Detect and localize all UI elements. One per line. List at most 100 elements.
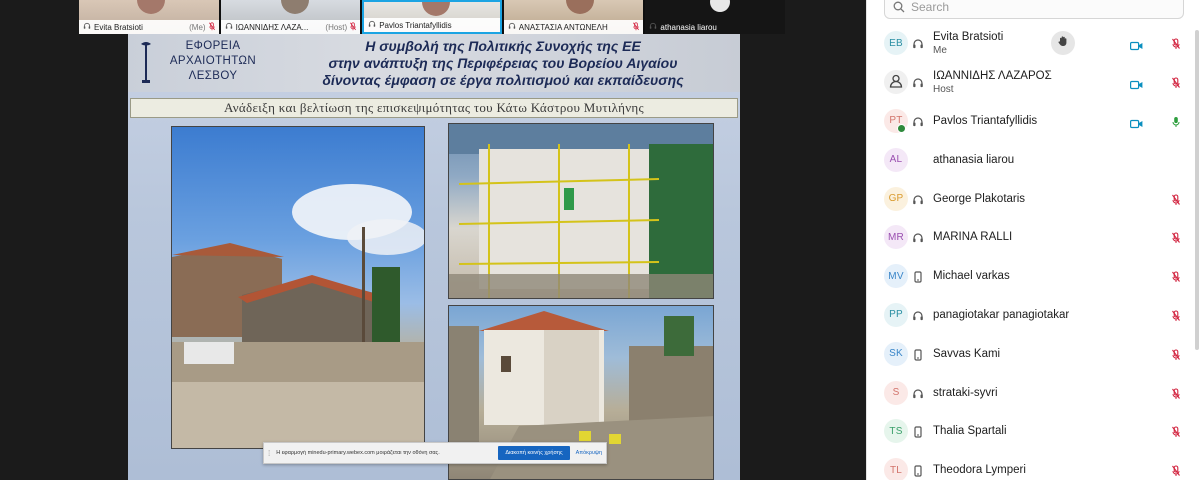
- mic-muted-icon[interactable]: [1172, 387, 1180, 399]
- search-input[interactable]: [911, 0, 1171, 14]
- video-camera-icon[interactable]: [1130, 116, 1143, 129]
- participant-name-block: Savvas Kami: [933, 348, 1000, 360]
- mic-muted-icon[interactable]: [1172, 76, 1180, 89]
- participant-search-box[interactable]: [884, 0, 1184, 19]
- participant-video-feed: [137, 0, 165, 14]
- participant-name: ΙΩΑΝΝΙΔΗΣ ΛΑΖΑΡΟΣ: [933, 69, 1052, 82]
- participant-list-scrollbar[interactable]: [1195, 30, 1199, 350]
- headset-icon: [508, 22, 516, 32]
- participant-video-feed: [565, 0, 594, 14]
- participant-row[interactable]: ΙΩΑΝΝΙΔΗΣ ΛΑΖΑΡΟΣ Host: [867, 63, 1197, 102]
- participant-row[interactable]: SK Savvas Kami: [867, 334, 1197, 373]
- avatar: AL: [884, 147, 908, 172]
- phone-icon: [912, 348, 924, 361]
- slide-title: Η συμβολή της Πολιτικής Συνοχής της ΕΕ σ…: [273, 38, 733, 89]
- participant-name-block: athanasia liarou: [933, 154, 1014, 166]
- video-camera-icon[interactable]: [1130, 77, 1143, 90]
- participant-role: Me: [933, 44, 947, 56]
- user-icon: [889, 74, 903, 91]
- participant-name-block: Thalia Spartali: [933, 425, 1007, 437]
- video-thumbnail[interactable]: ΑΝΑΣΤΑΣΙΑ ΑΝΤΩΝΕΛΗ: [503, 0, 644, 34]
- video-thumbnail[interactable]: ΙΩΑΝΝΙΔΗΣ ΛΑΖΑ... (Host): [220, 0, 361, 34]
- slide-subtitle: Ανάδειξη και βελτίωση της επισκεψιμότητα…: [130, 98, 738, 118]
- video-camera-icon[interactable]: [1130, 38, 1143, 51]
- slide-title-line: Η συμβολή της Πολιτικής Συνοχής της ΕΕ: [365, 38, 641, 54]
- mic-muted-icon[interactable]: [1172, 425, 1180, 438]
- mic-active-icon[interactable]: [1172, 115, 1180, 127]
- mic-muted-icon: [208, 21, 215, 33]
- participant-list: EB Evita Bratsioti Me ΙΩΑΝΝΙΔΗΣ ΛΑΖΑΡΟΣ Host…: [867, 24, 1197, 480]
- mic-muted-icon[interactable]: [1172, 464, 1180, 477]
- avatar: MR: [884, 225, 908, 250]
- video-thumbnail[interactable]: Evita Bratsioti (Me): [79, 0, 219, 34]
- participant-row[interactable]: TL Theodora Lymperi: [867, 451, 1197, 480]
- ephorate-logo-icon: [141, 42, 151, 83]
- participant-name: George Plakotaris: [933, 192, 1026, 205]
- drag-handle-icon[interactable]: ⁞: [268, 449, 270, 458]
- avatar: MV: [884, 264, 908, 289]
- headset-icon: [368, 20, 376, 30]
- screen-share-banner: ⁞ Η εφαρμογή minedu-primary.webex.com μο…: [263, 442, 607, 464]
- avatar: EB: [884, 31, 908, 56]
- participant-name: Theodora Lymperi: [933, 464, 1026, 477]
- participant-row[interactable]: TS Thalia Spartali: [867, 412, 1197, 451]
- participant-name: Pavlos Triantafyllidis: [933, 114, 1038, 127]
- search-icon: [893, 1, 905, 12]
- participant-video-feed: [280, 0, 309, 14]
- participant-row[interactable]: MV Michael varkas: [867, 257, 1197, 296]
- participant-row[interactable]: MR MARINA RALLI: [867, 218, 1197, 257]
- mic-muted-icon[interactable]: [1172, 348, 1180, 360]
- participant-row[interactable]: GP George Plakotaris: [867, 179, 1197, 218]
- mic-muted-icon: [350, 21, 357, 33]
- headset-icon: [912, 309, 924, 321]
- thumbnail-nameplate: athanasia liarou: [645, 20, 785, 34]
- avatar: PP: [884, 302, 908, 327]
- participant-row[interactable]: PP panagiotakar panagiotakar: [867, 296, 1197, 335]
- thumbnail-nameplate: Pavlos Triantafyllidis: [364, 18, 500, 32]
- phone-icon: [912, 270, 924, 283]
- thumbnail-nameplate: Evita Bratsioti (Me): [79, 20, 219, 34]
- hide-banner-button[interactable]: Απόκρυψη: [576, 450, 602, 456]
- mic-muted-icon[interactable]: [1172, 231, 1180, 244]
- participant-row[interactable]: Sstrataki-syvri: [867, 373, 1197, 412]
- headset-icon: [83, 22, 91, 32]
- mic-muted-icon[interactable]: [1172, 270, 1180, 283]
- participant-name-block: MARINA RALLI: [933, 231, 1012, 243]
- phone-icon: [912, 425, 924, 438]
- participant-name: strataki-syvri: [933, 386, 998, 399]
- headset-icon: [225, 22, 233, 32]
- video-thumbnail[interactable]: Pavlos Triantafyllidis: [362, 0, 502, 34]
- thumbnail-role: (Me): [189, 22, 206, 32]
- thumbnail-name: ΑΝΑΣΤΑΣΙΑ ΑΝΤΩΝΕΛΗ: [518, 22, 608, 32]
- thumbnail-name: athanasia liarou: [660, 22, 717, 32]
- org-line: ΛΕΣΒΟΥ: [188, 70, 238, 82]
- photo-scaffolding-wall: [448, 123, 714, 299]
- thumbnail-role: (Host): [325, 22, 348, 32]
- participant-name: Thalia Spartali: [933, 425, 1007, 438]
- avatar: TL: [884, 458, 908, 480]
- thumbnail-nameplate: ΑΝΑΣΤΑΣΙΑ ΑΝΤΩΝΕΛΗ: [503, 20, 644, 34]
- raise-hand-icon: [1057, 34, 1069, 52]
- participant-row[interactable]: EB Evita Bratsioti Me: [867, 24, 1197, 63]
- participant-row[interactable]: AL athanasia liarou: [867, 140, 1197, 179]
- mic-muted-icon[interactable]: [1172, 193, 1180, 205]
- participant-name: MARINA RALLI: [933, 231, 1013, 244]
- photo-stone-house-restoration: [171, 126, 425, 449]
- shared-presentation-slide: ΕΦΟΡΕΙΑ ΑΡΧΑΙΟΤΗΤΩΝ ΛΕΣΒΟΥ Η συμβολή της…: [128, 34, 740, 480]
- participant-name-block: Theodora Lymperi: [933, 464, 1026, 476]
- participant-row[interactable]: PT Pavlos Triantafyllidis: [867, 102, 1197, 141]
- mic-muted-icon[interactable]: [1172, 309, 1180, 321]
- thumbnail-name: Pavlos Triantafyllidis: [379, 20, 452, 30]
- avatar: GP: [884, 186, 908, 211]
- headset-icon: [912, 76, 924, 88]
- mic-muted-icon[interactable]: [1172, 37, 1180, 50]
- stop-sharing-button[interactable]: Διακοπή κοινής χρήσης: [498, 446, 570, 460]
- participant-name-block: Pavlos Triantafyllidis: [933, 115, 1037, 127]
- raise-hand-button[interactable]: [1051, 31, 1075, 56]
- headset-icon: [912, 231, 924, 243]
- meeting-stage: Evita Bratsioti (Me) ΙΩΑΝΝΙΔΗΣ ΛΑΖΑ... (Hos…: [0, 0, 866, 480]
- participants-panel: EB Evita BratsiotiMe ΙΩΑΝΝΙΔΗΣ ΛΑΖΑΡΟΣHost…: [866, 0, 1200, 480]
- video-thumbnail-strip: Evita Bratsioti (Me) ΙΩΑΝΝΙΔΗΣ ΛΑΖΑ... (Hos…: [79, 0, 785, 34]
- participant-name: Evita Bratsioti: [933, 30, 1004, 43]
- avatar: TS: [884, 419, 908, 444]
